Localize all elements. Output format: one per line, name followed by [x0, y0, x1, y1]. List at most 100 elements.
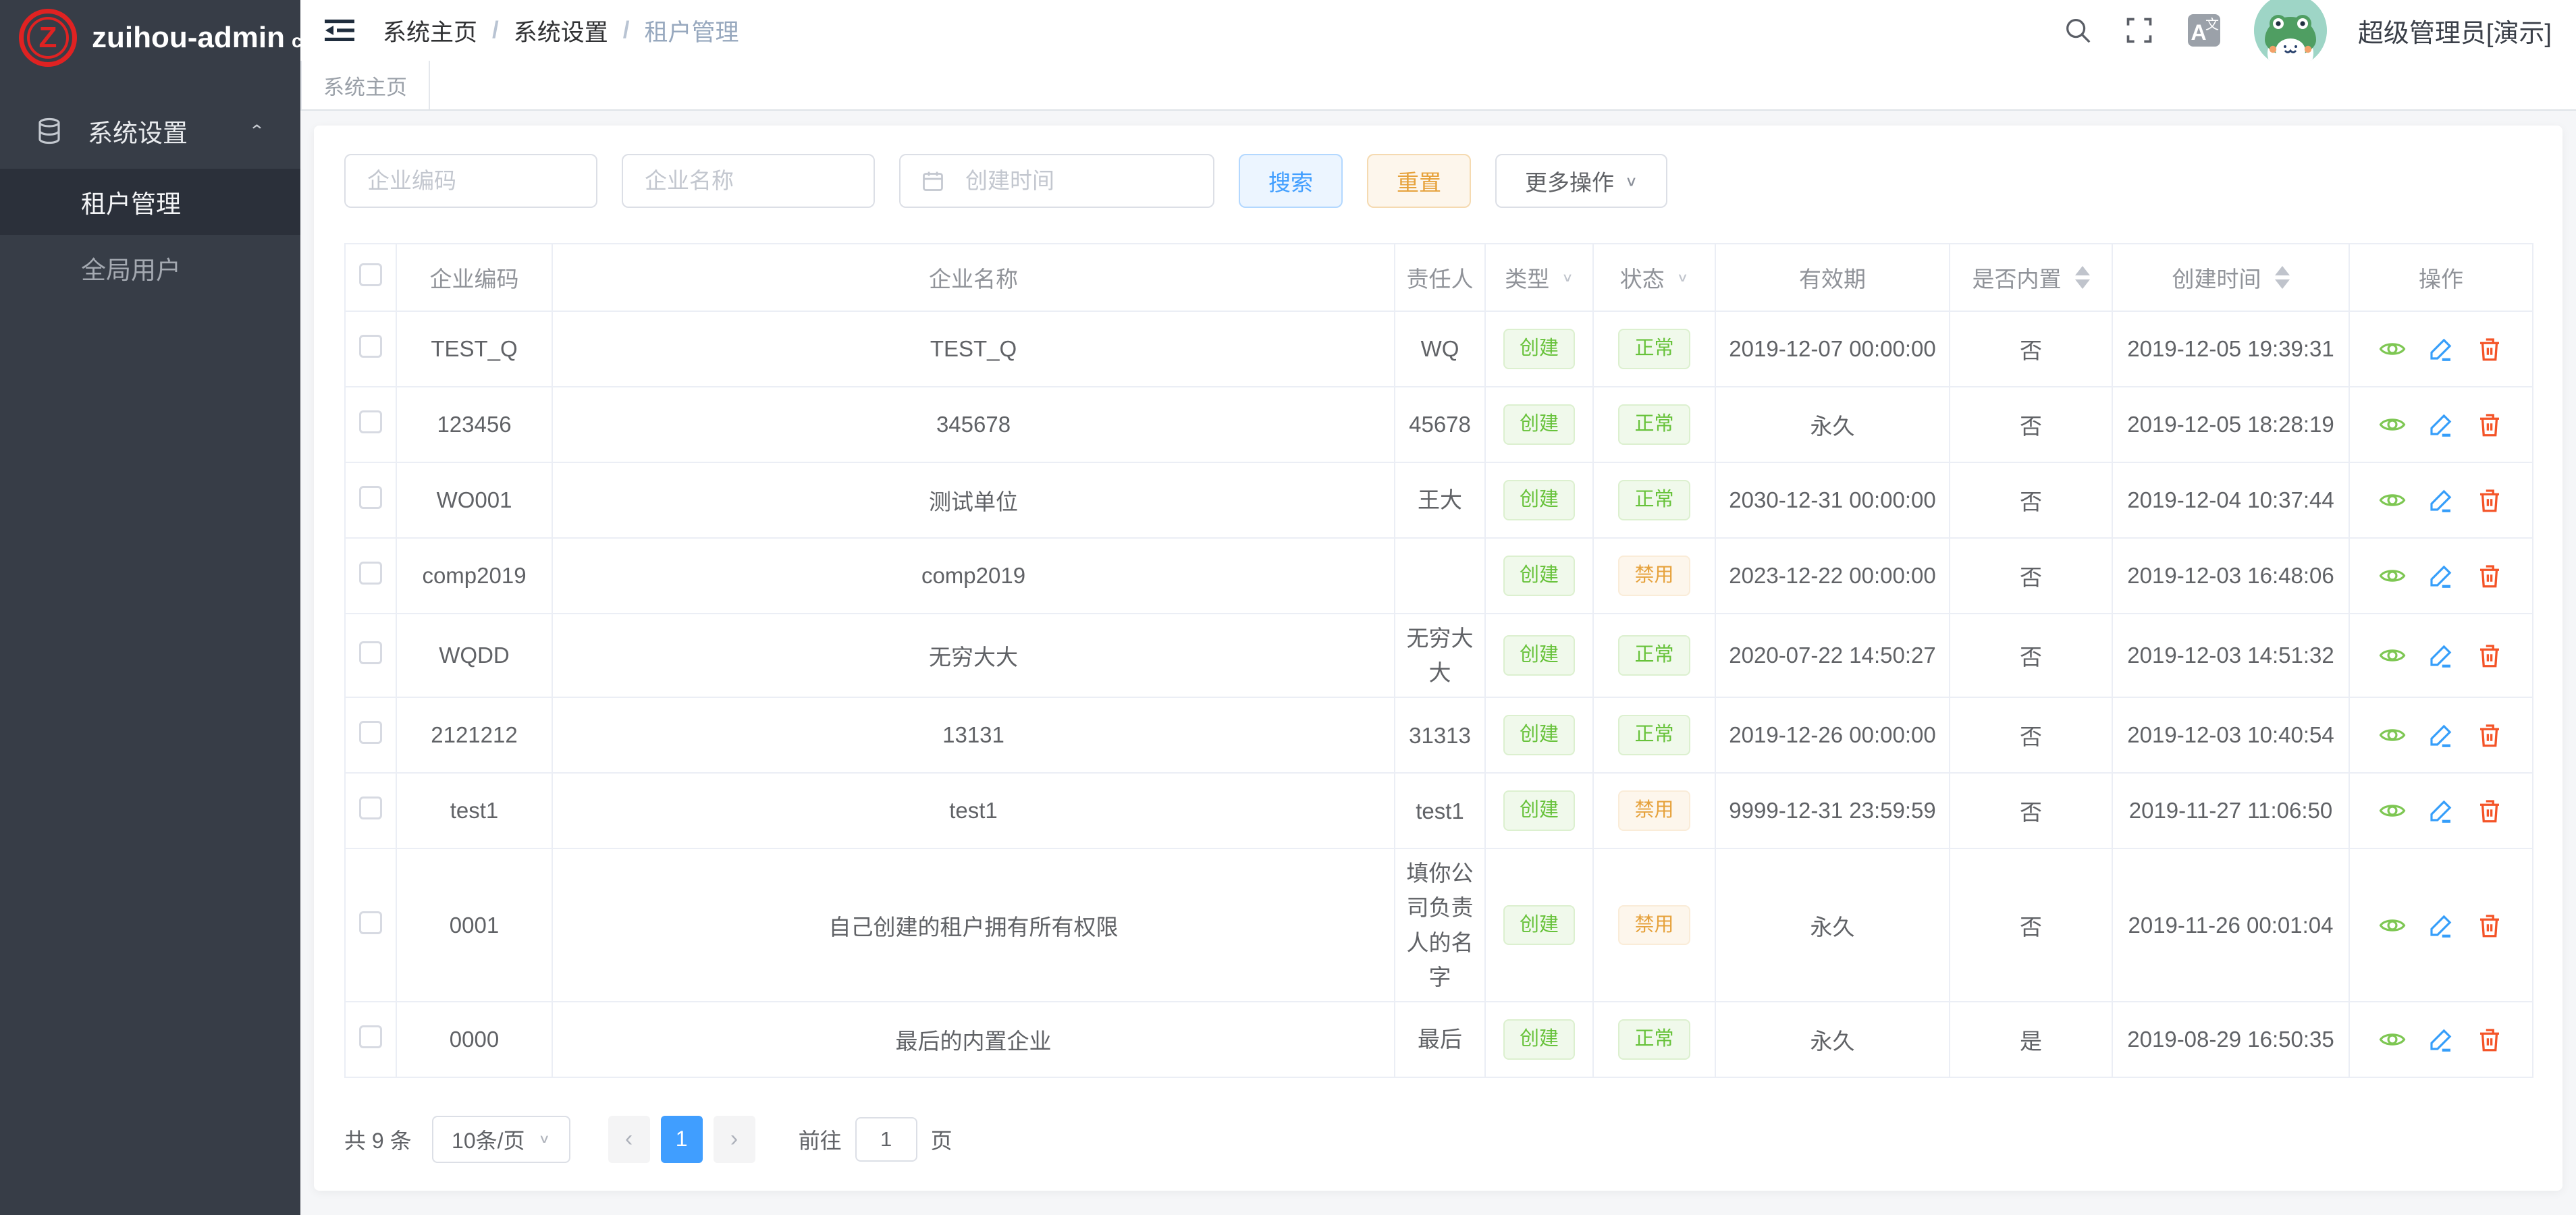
delete-icon[interactable]	[2475, 641, 2504, 670]
cell-status: 正常	[1593, 614, 1715, 697]
cell-status: 禁用	[1593, 848, 1715, 1002]
more-actions-button[interactable]: 更多操作 ∨	[1495, 154, 1667, 208]
table-row: 123456 345678 45678 创建 正常 永久 否 2019-12-0…	[345, 387, 2533, 462]
cell-checkbox	[345, 697, 396, 773]
breadcrumb-item[interactable]: 系统主页	[383, 14, 477, 48]
fullscreen-icon[interactable]	[2124, 16, 2154, 45]
view-icon[interactable]	[2378, 911, 2407, 940]
cell-name: TEST_Q	[552, 311, 1395, 387]
edit-icon[interactable]	[2427, 796, 2455, 825]
page-size-select[interactable]: 10条/页 ∨	[432, 1116, 570, 1163]
logo: Z zuihou-admincloud	[0, 0, 300, 76]
header-cell-code: 企业编码	[396, 244, 552, 311]
view-icon[interactable]	[2378, 641, 2407, 670]
edit-icon[interactable]	[2427, 641, 2455, 670]
row-checkbox[interactable]	[359, 1025, 382, 1048]
edit-icon[interactable]	[2427, 410, 2455, 439]
edit-icon[interactable]	[2427, 335, 2455, 363]
view-icon[interactable]	[2378, 335, 2407, 363]
cell-ops	[2349, 773, 2533, 848]
delete-icon[interactable]	[2475, 1025, 2504, 1054]
edit-icon[interactable]	[2427, 721, 2455, 749]
language-icon[interactable]: A 文	[2185, 11, 2223, 49]
select-all-checkbox[interactable]	[359, 263, 382, 286]
row-checkbox[interactable]	[359, 911, 382, 934]
sidebar-item-global-users[interactable]: 全局用户	[0, 235, 300, 301]
edit-icon[interactable]	[2427, 562, 2455, 590]
edit-icon[interactable]	[2427, 911, 2455, 940]
row-checkbox[interactable]	[359, 410, 382, 433]
cell-name: 最后的内置企业	[552, 1002, 1395, 1077]
breadcrumb-separator: /	[492, 17, 499, 44]
reset-button[interactable]: 重置	[1367, 154, 1471, 208]
cell-validity: 2019-12-07 00:00:00	[1715, 311, 1950, 387]
cell-ops	[2349, 387, 2533, 462]
header-cell-status[interactable]: 状态∨	[1593, 244, 1715, 311]
tab-system-home[interactable]: 系统主页	[300, 61, 430, 109]
view-icon[interactable]	[2378, 1025, 2407, 1054]
created-time-input[interactable]	[899, 154, 1214, 208]
row-checkbox[interactable]	[359, 641, 382, 664]
header-cell-builtin[interactable]: 是否内置	[1950, 244, 2112, 311]
filter-toolbar: 搜索 重置 更多操作 ∨	[344, 154, 2532, 208]
row-checkbox[interactable]	[359, 721, 382, 744]
cell-created: 2019-12-03 10:40:54	[2112, 697, 2349, 773]
type-badge: 创建	[1503, 635, 1575, 676]
avatar[interactable]	[2254, 0, 2327, 67]
search-button[interactable]: 搜索	[1239, 154, 1343, 208]
row-checkbox[interactable]	[359, 796, 382, 819]
sidebar-item-system-settings[interactable]: 系统设置 ⌃	[0, 93, 300, 169]
svg-text:A: A	[2191, 20, 2206, 45]
cell-type: 创建	[1485, 614, 1593, 697]
header-cell-type[interactable]: 类型∨	[1485, 244, 1593, 311]
chevron-up-icon: ⌃	[248, 122, 265, 140]
sort-icon[interactable]	[2275, 266, 2290, 289]
page-number-button[interactable]: 1	[661, 1116, 703, 1163]
cell-builtin: 否	[1950, 387, 2112, 462]
view-icon[interactable]	[2378, 796, 2407, 825]
delete-icon[interactable]	[2475, 486, 2504, 514]
delete-icon[interactable]	[2475, 911, 2504, 940]
cell-validity: 永久	[1715, 1002, 1950, 1077]
header-cell-checkbox	[345, 244, 396, 311]
delete-icon[interactable]	[2475, 335, 2504, 363]
cell-created: 2019-12-03 16:48:06	[2112, 538, 2349, 614]
view-icon[interactable]	[2378, 721, 2407, 749]
delete-icon[interactable]	[2475, 410, 2504, 439]
view-icon[interactable]	[2378, 410, 2407, 439]
logo-icon: Z	[19, 9, 77, 67]
next-page-button[interactable]: ›	[714, 1116, 755, 1163]
cell-builtin: 否	[1950, 697, 2112, 773]
view-icon[interactable]	[2378, 486, 2407, 514]
current-user-label[interactable]: 超级管理员[演示]	[2358, 12, 2552, 49]
cell-validity: 2023-12-22 00:00:00	[1715, 538, 1950, 614]
view-icon[interactable]	[2378, 562, 2407, 590]
filter-icon[interactable]: ∨	[1561, 270, 1574, 285]
enterprise-name-input[interactable]	[622, 154, 875, 208]
row-checkbox[interactable]	[359, 335, 382, 358]
cell-created: 2019-12-05 19:39:31	[2112, 311, 2349, 387]
cell-ops	[2349, 614, 2533, 697]
breadcrumb-item[interactable]: 系统设置	[514, 14, 608, 48]
cell-checkbox	[345, 1002, 396, 1077]
cell-status: 正常	[1593, 462, 1715, 538]
search-icon[interactable]	[2062, 15, 2093, 46]
header-cell-ops: 操作	[2349, 244, 2533, 311]
header-cell-created[interactable]: 创建时间	[2112, 244, 2349, 311]
cell-checkbox	[345, 387, 396, 462]
filter-icon[interactable]: ∨	[1677, 270, 1689, 285]
edit-icon[interactable]	[2427, 1025, 2455, 1054]
collapse-sidebar-icon[interactable]	[322, 14, 357, 47]
sidebar-item-tenant-management[interactable]: 租户管理	[0, 169, 300, 235]
sort-icon[interactable]	[2075, 266, 2090, 289]
enterprise-code-input[interactable]	[344, 154, 597, 208]
created-time-picker[interactable]	[899, 154, 1214, 208]
goto-page-input[interactable]	[855, 1117, 917, 1162]
delete-icon[interactable]	[2475, 562, 2504, 590]
prev-page-button[interactable]: ‹	[608, 1116, 650, 1163]
delete-icon[interactable]	[2475, 796, 2504, 825]
row-checkbox[interactable]	[359, 486, 382, 509]
edit-icon[interactable]	[2427, 486, 2455, 514]
row-checkbox[interactable]	[359, 562, 382, 585]
delete-icon[interactable]	[2475, 721, 2504, 749]
